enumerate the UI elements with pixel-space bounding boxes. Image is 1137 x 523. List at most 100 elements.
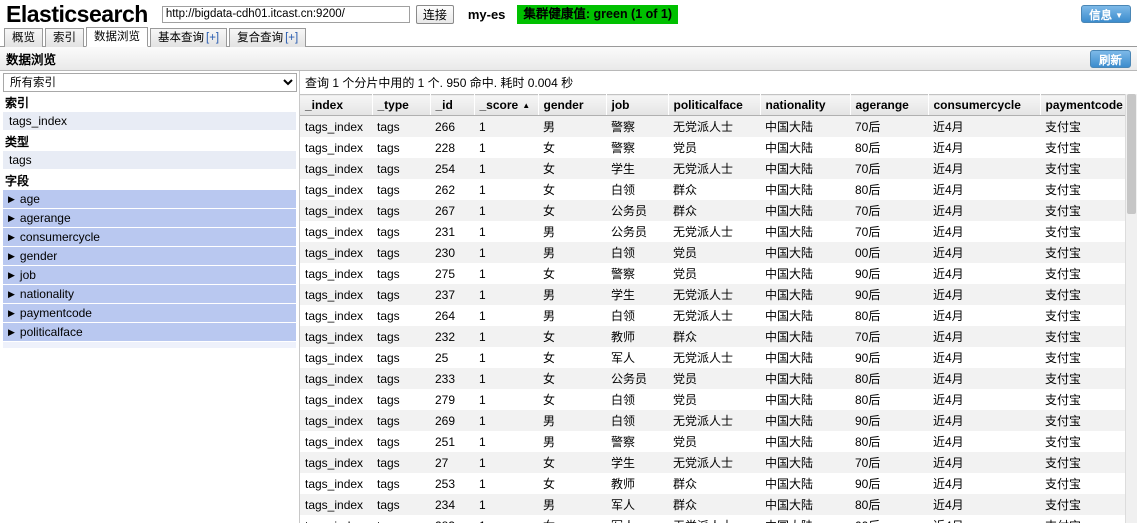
table-row[interactable]: tags_index tags 25 1 女军人 无党派人士 中国大陆 90后 近4月 支付宝 [300,347,1137,368]
table-row[interactable]: tags_index tags 237 1 男学生 无党派人士 中国大陆 90后 近4月 支付宝 [300,284,1137,305]
cell-index: tags_index [300,410,372,431]
table-row[interactable]: tags_index tags 264 1 男白领 无党派人士 中国大陆 80后 近4月 支付宝 [300,305,1137,326]
table-row[interactable]: tags_index tags 228 1 女警察 党员 中国大陆 80后 近4月 支付宝 [300,137,1137,158]
tab-overview-label: 概览 [12,32,35,44]
column-header-nationality[interactable]: nationality [760,94,851,116]
cell-paymentcode: 支付宝 [1040,515,1136,523]
tab-composite-query[interactable]: 复合查询 [+] [229,28,307,47]
cell-score: 1 [474,158,538,179]
table-row[interactable]: tags_index tags 231 1 男公务员 无党派人士 中国大陆 70后 近4月 支付宝 [300,221,1137,242]
column-header-politicalface[interactable]: politicalface [668,94,761,116]
table-row[interactable]: tags_index tags 267 1 女公务员 群众 中国大陆 70后 近4月 支付宝 [300,200,1137,221]
cell-index: tags_index [300,347,372,368]
tab-overview[interactable]: 概览 [4,28,43,47]
cell-gender: 男 [538,115,606,137]
cell-politicalface: 无党派人士 [668,305,760,326]
index-filter-select[interactable]: 所有索引 [3,73,297,92]
connect-button[interactable]: 连接 [415,4,454,24]
info-menu-button[interactable]: 信息 ▼ [1081,5,1131,23]
table-row[interactable]: tags_indextags2831女军人无党派人士中国大陆00后近4月支付宝 [300,515,1137,523]
cell-nationality: 中国大陆 [760,473,850,494]
table-row[interactable]: tags_index tags 253 1 女教师 群众 中国大陆 90后 近4月 支付宝 [300,473,1137,494]
chevron-right-icon: ▶ [8,269,15,280]
tab-indices[interactable]: 索引 [45,28,84,47]
cluster-url-input[interactable] [161,5,410,23]
table-row[interactable]: tags_index tags 269 1 男白领 无党派人士 中国大陆 90后 近4月 支付宝 [300,410,1137,431]
results-vertical-scrollbar[interactable] [1125,94,1137,523]
sidebar-field-gender[interactable]: ▶ gender [3,247,296,266]
cell-job: 军人 [606,347,668,368]
sidebar-field-politicalface[interactable]: ▶ politicalface [3,323,296,342]
table-row[interactable]: tags_index tags 266 1 男警察 无党派人士 中国大陆 70后 近4月 支付宝 [300,115,1137,137]
table-row[interactable]: tags_index tags 251 1 男警察 党员 中国大陆 80后 近4月 支付宝 [300,431,1137,452]
cell-score: 1 [474,179,538,200]
cell-type: tags [372,368,430,389]
cell-consumercycle: 近4月 [928,221,1040,242]
sidebar-type-item[interactable]: tags [3,151,296,170]
cell-score: 1 [474,431,538,452]
column-header-type[interactable]: _type [372,94,431,116]
tab-basic-query[interactable]: 基本查询 [+] [150,28,228,47]
tab-composite-query-plus[interactable]: [+] [285,32,298,44]
sidebar-index-item[interactable]: tags_index [3,112,296,131]
table-row[interactable]: tags_index tags 27 1 女学生 无党派人士 中国大陆 70后 近4月 支付宝 [300,452,1137,473]
tab-indices-label: 索引 [53,32,76,44]
cell-type: tags [372,410,430,431]
sidebar-field-nationality[interactable]: ▶ nationality [3,285,296,304]
cell-type: tags [372,263,430,284]
table-row[interactable]: tags_index tags 275 1 女警察 党员 中国大陆 90后 近4月 支付宝 [300,263,1137,284]
cell-consumercycle: 近4月 [928,284,1040,305]
tab-basic-query-label: 基本查询 [158,32,204,44]
tab-data-browse[interactable]: 数据浏览 [86,27,148,47]
sidebar-field-job[interactable]: ▶ job [3,266,296,285]
cell-consumercycle: 近4月 [928,158,1040,179]
results-table-head: _index _type _id _score ▲ gender job poli… [300,94,1137,116]
cell-gender: 女 [538,326,606,347]
column-header-job[interactable]: job [606,94,669,116]
cell-score: 1 [474,200,538,221]
sidebar-field-age[interactable]: ▶ age [3,190,296,209]
sidebar-field-agerange[interactable]: ▶ agerange [3,209,296,228]
column-header-paymentcode[interactable]: paymentcode [1040,94,1137,116]
cell-index: tags_index [300,515,372,523]
cell-job: 白领 [606,410,668,431]
column-header-score[interactable]: _score ▲ [474,94,539,116]
column-header-id[interactable]: _id [430,94,475,116]
sidebar-field-paymentcode[interactable]: ▶ paymentcode [3,304,296,323]
cell-score: 1 [474,221,538,242]
table-row[interactable]: tags_index tags 254 1 女学生 无党派人士 中国大陆 70后 近4月 支付宝 [300,158,1137,179]
table-row[interactable]: tags_index tags 234 1 男军人 群众 中国大陆 80后 近4月 支付宝 [300,494,1137,515]
results-table: _index _type _id _score ▲ gender job poli… [300,94,1137,523]
cell-agerange: 00后 [850,515,928,523]
cell-index: tags_index [300,242,372,263]
table-row[interactable]: tags_index tags 233 1 女公务员 党员 中国大陆 80后 近4月 支付宝 [300,368,1137,389]
cell-id: 279 [430,389,474,410]
cell-nationality: 中国大陆 [760,410,850,431]
cell-agerange: 90后 [850,284,928,305]
column-header-gender[interactable]: gender [538,94,607,116]
tab-basic-query-plus[interactable]: [+] [206,32,219,44]
scrollbar-thumb[interactable] [1127,94,1136,214]
cell-id: 234 [430,494,474,515]
table-row[interactable]: tags_index tags 230 1 男白领 党员 中国大陆 00后 近4月 支付宝 [300,242,1137,263]
cell-type: tags [372,515,430,523]
cell-nationality: 中国大陆 [760,431,850,452]
table-row[interactable]: tags_index tags 232 1 女教师 群众 中国大陆 70后 近4月 支付宝 [300,326,1137,347]
sidebar-field-consumercycle[interactable]: ▶ consumercycle [3,228,296,247]
refresh-button[interactable]: 刷新 [1090,49,1131,68]
table-row[interactable]: tags_index tags 262 1 女白领 群众 中国大陆 80后 近4月 支付宝 [300,179,1137,200]
table-row[interactable]: tags_index tags 279 1 女白领 党员 中国大陆 80后 近4月 支付宝 [300,389,1137,410]
column-header-agerange[interactable]: agerange [850,94,929,116]
cell-id: 262 [430,179,474,200]
sidebar-field-label: age [19,192,40,206]
cell-id: 25 [430,347,474,368]
column-header-consumercycle[interactable]: consumercycle [928,94,1041,116]
cell-score: 1 [474,368,538,389]
cell-index: tags_index [300,494,372,515]
cell-paymentcode: 支付宝 [1040,326,1136,347]
cell-agerange: 70后 [850,452,928,473]
cell-politicalface: 无党派人士 [668,515,760,523]
cell-gender: 男 [538,305,606,326]
column-header-index[interactable]: _index [300,94,373,116]
cell-score: 1 [474,494,538,515]
